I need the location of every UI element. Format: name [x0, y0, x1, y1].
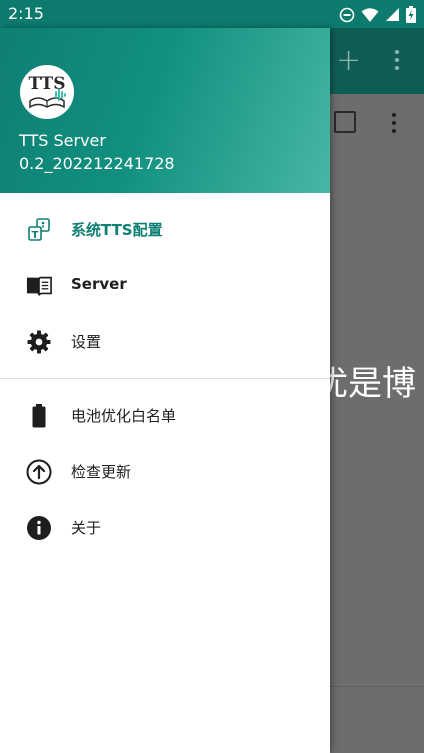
app-logo-icon: TTS [20, 65, 74, 119]
arrow-up-circle-icon [26, 459, 52, 485]
app-name: TTS Server [19, 131, 106, 150]
wifi-icon [361, 7, 379, 22]
status-time: 2:15 [8, 4, 44, 23]
menu-item-label: 电池优化白名单 [71, 407, 177, 425]
navigation-drawer: TTS TTS Server 0.2_202212241728 T 系统TTS配… [0, 28, 330, 753]
menu-item-label: 系统TTS配置 [71, 221, 163, 239]
menu-item-label: 关于 [71, 519, 102, 537]
menu-item-about[interactable]: 关于 [0, 500, 330, 556]
menu-item-battery-whitelist[interactable]: 电池优化白名单 [0, 388, 330, 444]
menu-item-label: Server [71, 275, 127, 293]
menu-item-settings[interactable]: 设置 [0, 314, 330, 370]
gear-icon [26, 329, 52, 355]
drawer-menu: T 系统TTS配置 Server 设置 电池优化白名单 检查更新 关于 [0, 202, 330, 556]
menu-item-check-update[interactable]: 检查更新 [0, 444, 330, 500]
menu-item-label: 设置 [71, 333, 102, 351]
battery-icon [26, 403, 52, 429]
info-icon [26, 515, 52, 541]
tts-config-icon: T [26, 217, 52, 243]
drawer-header: TTS TTS Server 0.2_202212241728 [0, 28, 330, 193]
status-icons [339, 6, 416, 23]
menu-divider [0, 378, 330, 379]
svg-text:T: T [32, 230, 39, 241]
background-bottom-line [330, 686, 424, 687]
app-version: 0.2_202212241728 [19, 154, 175, 173]
status-bar: 2:15 [0, 0, 424, 28]
menu-item-system-tts-config[interactable]: T 系统TTS配置 [0, 202, 330, 258]
menu-item-label: 检查更新 [71, 463, 132, 481]
background-checkbox [334, 111, 356, 133]
signal-icon [386, 8, 399, 21]
row-more-icon [389, 113, 399, 137]
battery-charging-icon [406, 6, 416, 23]
add-icon: + [336, 43, 362, 78]
dnd-icon [339, 7, 355, 22]
overflow-menu-icon [392, 50, 402, 74]
svg-text:TTS: TTS [29, 74, 66, 94]
book-icon [26, 273, 52, 299]
menu-item-server[interactable]: Server [0, 258, 330, 314]
